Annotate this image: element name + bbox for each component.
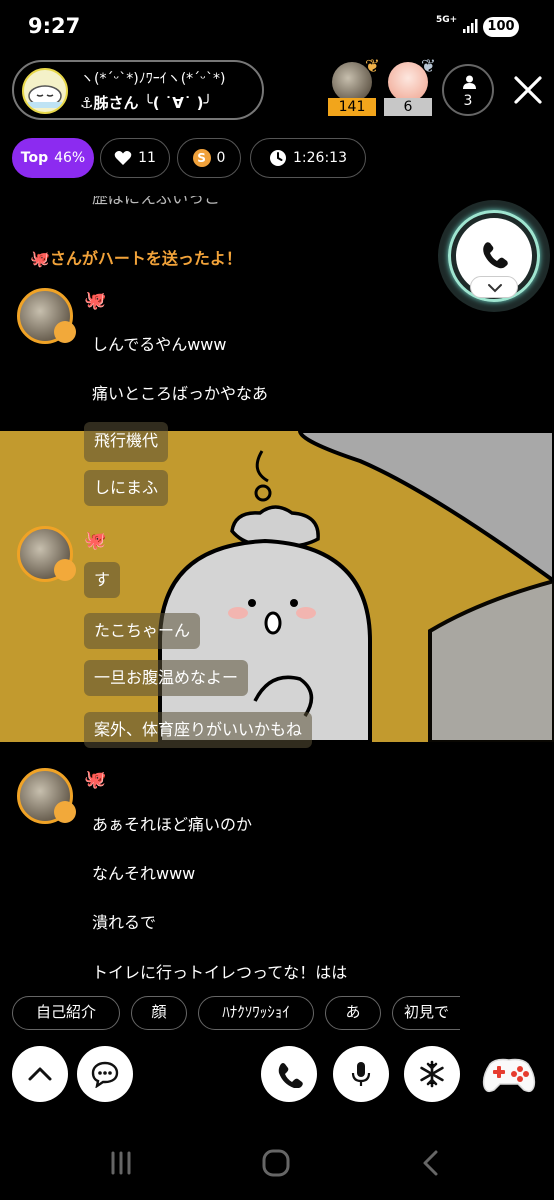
host-title: ヽ(*´ᵕ`*)ﾉﾜｰｲヽ(*´ᵕ`*) [80, 71, 226, 87]
chat-message: トイレに行っトイレつってな！はは [92, 963, 348, 982]
top-label: Top [20, 150, 49, 166]
commenter-avatar[interactable] [17, 288, 76, 344]
microphone-icon [351, 1062, 371, 1086]
back-icon[interactable] [420, 1149, 442, 1177]
chat-message: あぁそれほど痛いのか [92, 815, 253, 834]
host-profile-card[interactable]: ヽ(*´ᵕ`*)ﾉﾜｰｲヽ(*´ᵕ`*) ⚓胏さん ╰( ˙∀˙ )╯ [12, 60, 264, 120]
comment-button[interactable] [77, 1046, 133, 1102]
commenter-avatar[interactable] [17, 526, 76, 582]
game-controller-icon[interactable] [480, 1050, 538, 1098]
duration-pill[interactable]: 1:26:13 [250, 138, 366, 178]
heart-count: 11 [138, 150, 156, 166]
wing-icon: ❦ [420, 56, 436, 77]
snowflake-icon [420, 1060, 444, 1088]
status-bar: 9:27 5G+ 100 [0, 0, 554, 52]
person-icon [463, 75, 476, 89]
wing-icon: ❦ [364, 56, 380, 77]
gifter-rank-badge: 141 [328, 98, 376, 116]
top-ranking-pill[interactable]: Top 46% [12, 138, 94, 178]
chat-bubble: す [84, 562, 121, 598]
network-type: 5G+ [436, 15, 458, 25]
clock-icon [270, 150, 286, 166]
host-name: ⚓胏さん ╰( ˙∀˙ )╯ [80, 94, 213, 112]
chat-message: 痛いところばっかやなあ [92, 384, 269, 403]
badge-icon [54, 801, 76, 823]
quick-reply-chip[interactable]: あ [325, 996, 381, 1030]
expand-button[interactable] [12, 1046, 68, 1102]
chat-message: なんそれwww [92, 864, 196, 883]
badge-icon [54, 321, 76, 343]
collapse-call-button[interactable] [470, 276, 518, 298]
heart-icon [114, 151, 132, 165]
chat-message-partial: 歴ばにえぶいっこ [92, 196, 221, 207]
top-percent: 46% [54, 150, 86, 166]
microphone-button[interactable] [333, 1046, 389, 1102]
quick-reply-chip[interactable]: 顔 [131, 996, 187, 1030]
viewer-count-button[interactable]: 3 [442, 64, 494, 116]
host-avatar[interactable] [22, 68, 68, 114]
coin-count: 0 [216, 150, 226, 166]
status-time: 9:27 [28, 14, 81, 38]
coin-icon: S [192, 149, 211, 167]
signal-icon [463, 19, 478, 33]
badge-icon [54, 559, 76, 581]
chat-message: しんでるやんwww [92, 335, 227, 354]
chat-bubble: 飛行機代 [84, 422, 169, 462]
system-navigation-bar [0, 1130, 554, 1200]
call-floating-widget[interactable] [438, 200, 550, 312]
chat-bubble-icon [91, 1061, 119, 1088]
hearts-pill[interactable]: 11 [100, 138, 170, 178]
chat-bubble: 案外、体育座りがいいかもね [84, 712, 313, 748]
top-gifter-2[interactable]: ❦ 6 [384, 56, 436, 116]
phone-icon [278, 1063, 303, 1088]
chat-message: 潰れるで [92, 913, 157, 932]
octopus-icon: 🐙 [84, 290, 107, 311]
coins-pill[interactable]: S 0 [177, 138, 241, 178]
freeze-button[interactable] [404, 1046, 460, 1102]
quick-reply-chip[interactable]: ﾊﾅｸｿﾜｯｼｮｲ [198, 996, 314, 1030]
chat-bubble: 一旦お腹温めなよー [84, 660, 249, 696]
home-icon[interactable] [262, 1149, 290, 1177]
heart-notice: 🐙さんがハートを送ったよ！ [30, 249, 242, 268]
octopus-icon: 🐙 [84, 769, 107, 790]
quick-reply-chip[interactable]: 初見で [392, 996, 460, 1030]
sleeping-character-icon [28, 85, 62, 108]
recent-apps-icon[interactable] [108, 1150, 134, 1176]
stream-duration: 1:26:13 [293, 150, 347, 166]
call-request-button[interactable] [261, 1046, 317, 1102]
top-gifter-1[interactable]: ❦ 141 [328, 56, 380, 116]
close-icon[interactable] [510, 72, 546, 108]
gifter-rank-badge: 6 [384, 98, 432, 116]
octopus-icon: 🐙 [84, 530, 107, 551]
chat-bubble: たこちゃーん [84, 613, 201, 649]
battery-indicator: 100 [483, 17, 519, 37]
commenter-avatar[interactable] [17, 768, 76, 824]
chat-bubble: しにまふ [84, 470, 169, 506]
chevron-up-icon [28, 1067, 52, 1081]
viewer-count: 3 [463, 93, 473, 109]
quick-reply-chip[interactable]: 自己紹介 [12, 996, 120, 1030]
chevron-down-icon [488, 284, 502, 293]
